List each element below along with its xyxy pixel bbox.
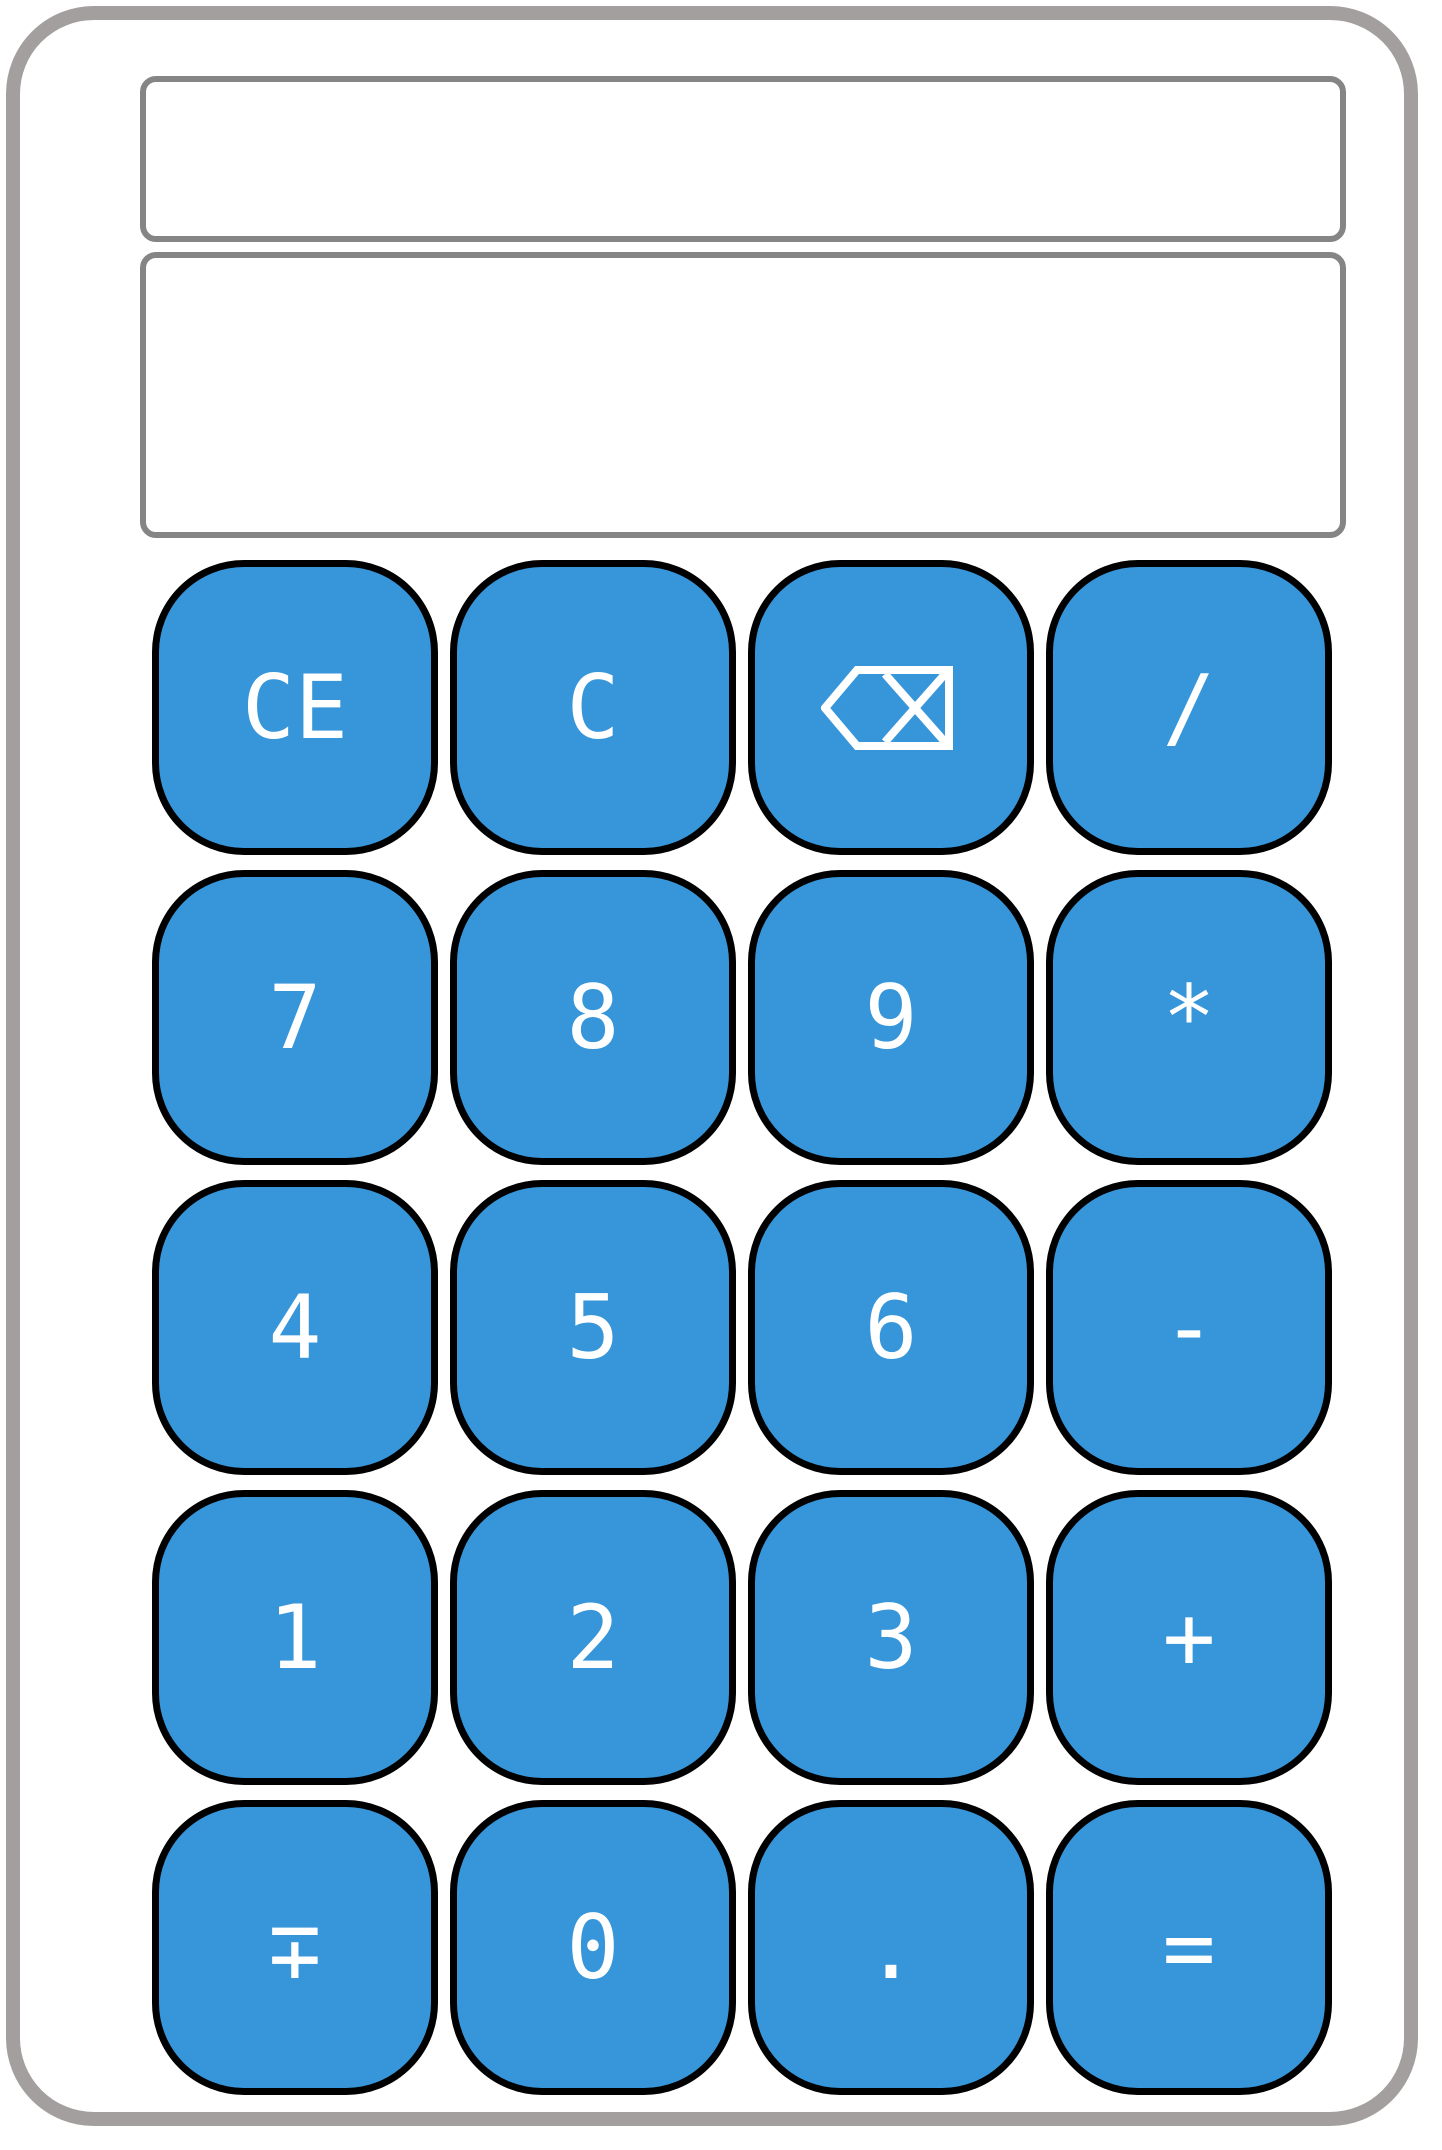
digit-9-button[interactable]: 9 xyxy=(748,870,1034,1165)
digit-4-label: 4 xyxy=(268,1276,322,1379)
subtract-label: - xyxy=(1162,1276,1216,1379)
keypad: CE C / 7 8 9 * 4 5 6 - 1 2 3 + ∓ 0 . = xyxy=(152,560,1332,2104)
digit-2-label: 2 xyxy=(566,1586,620,1689)
divide-button[interactable]: / xyxy=(1046,560,1332,855)
digit-1-button[interactable]: 1 xyxy=(152,1490,438,1785)
negate-button[interactable]: ∓ xyxy=(152,1800,438,2095)
backspace-button[interactable] xyxy=(748,560,1034,855)
add-button[interactable]: + xyxy=(1046,1490,1332,1785)
digit-8-button[interactable]: 8 xyxy=(450,870,736,1165)
equals-label: = xyxy=(1162,1896,1216,1999)
subtract-button[interactable]: - xyxy=(1046,1180,1332,1475)
digit-7-label: 7 xyxy=(268,966,322,1069)
multiply-label: * xyxy=(1162,966,1216,1069)
digit-6-button[interactable]: 6 xyxy=(748,1180,1034,1475)
clear-label: C xyxy=(566,656,620,759)
calculator: CE C / 7 8 9 * 4 5 6 - 1 2 3 + ∓ 0 . = xyxy=(6,6,1418,2126)
decimal-button[interactable]: . xyxy=(748,1800,1034,2095)
backspace-icon xyxy=(821,660,961,756)
multiply-button[interactable]: * xyxy=(1046,870,1332,1165)
digit-1-label: 1 xyxy=(268,1586,322,1689)
digit-8-label: 8 xyxy=(566,966,620,1069)
digit-4-button[interactable]: 4 xyxy=(152,1180,438,1475)
digit-2-button[interactable]: 2 xyxy=(450,1490,736,1785)
clear-button[interactable]: C xyxy=(450,560,736,855)
digit-5-button[interactable]: 5 xyxy=(450,1180,736,1475)
divide-label: / xyxy=(1162,656,1216,759)
main-display xyxy=(140,252,1346,538)
digit-5-label: 5 xyxy=(566,1276,620,1379)
negate-label: ∓ xyxy=(268,1896,322,1999)
clear-entry-button[interactable]: CE xyxy=(152,560,438,855)
decimal-label: . xyxy=(864,1896,918,1999)
digit-6-label: 6 xyxy=(864,1276,918,1379)
history-display xyxy=(140,76,1346,242)
add-label: + xyxy=(1162,1586,1216,1689)
digit-7-button[interactable]: 7 xyxy=(152,870,438,1165)
digit-3-label: 3 xyxy=(864,1586,918,1689)
equals-button[interactable]: = xyxy=(1046,1800,1332,2095)
digit-9-label: 9 xyxy=(864,966,918,1069)
clear-entry-label: CE xyxy=(242,656,348,759)
digit-3-button[interactable]: 3 xyxy=(748,1490,1034,1785)
digit-0-button[interactable]: 0 xyxy=(450,1800,736,2095)
digit-0-label: 0 xyxy=(566,1896,620,1999)
